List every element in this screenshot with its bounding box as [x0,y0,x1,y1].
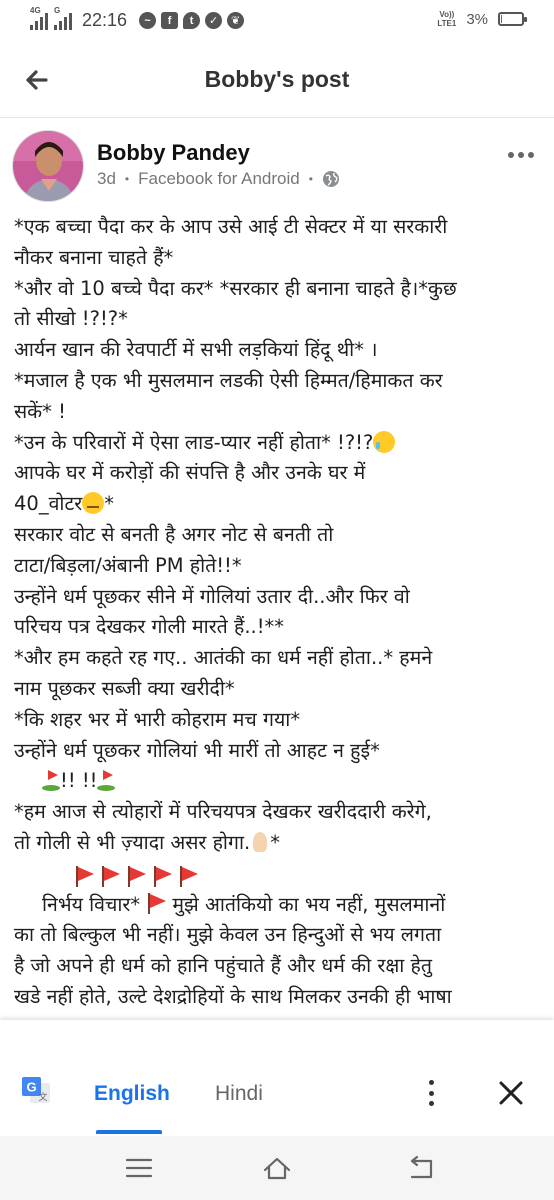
post-header: Bobby Pandey 3d • Facebook for Android • [0,118,554,208]
system-nav-bar [0,1136,554,1200]
crying-face-emoji [373,430,396,453]
tab-hindi[interactable]: Hindi [215,1082,263,1106]
triangular-flag-emoji [100,865,122,887]
notification-icons: ~ f t ✓ ❦ [139,12,245,29]
twitter-icon: t [183,12,201,29]
clock: 22:16 [82,10,128,30]
network-label-2: G [54,5,61,15]
globe-icon [322,171,339,187]
triangular-flag-emoji [152,865,174,887]
network-label-1: 4G [30,5,41,15]
leaf-icon: ❦ [227,12,245,29]
post-line: खडे नहीं होते, उल्टे देशद्रोहियों के साथ… [14,984,452,1008]
home-button[interactable] [260,1152,294,1184]
triangular-flag-emoji [146,892,168,914]
flags-row [14,859,552,890]
battery-percent: 3% [466,10,488,28]
folded-hands-emoji [250,831,270,853]
author-name[interactable]: Bobby Pandey [97,140,250,166]
golf-flag-emoji [42,769,60,792]
svg-text:文: 文 [38,1091,47,1103]
post-time[interactable]: 3d [97,169,116,189]
active-tab-indicator [96,1130,162,1134]
page-title: Bobby's post [204,66,350,92]
triangular-flag-emoji [74,865,96,887]
volte-bottom: LTE1 [437,19,457,28]
checkmark-icon: ✓ [205,12,223,29]
tab-english[interactable]: English [94,1082,170,1106]
post-line: नाम पूछकर सब्जी क्या खरीदी* [14,676,235,700]
app-header: Bobby's post [0,44,554,118]
profile-photo [13,131,83,201]
post-line: टाटा/बिड़ला/अंबानी PM होते!!* [14,553,242,577]
post-line-with-emoji: तो गोली से भी ज़्यादा असर होगा. * [14,830,280,854]
post-line: आर्यन खान की रेवपार्टी में सभी लड़कियां … [14,338,378,362]
post-line: तो सीखो !?!?* [14,307,128,331]
post-line: *मजाल है एक भी मुसलमान लडकी ऐसी हिम्मत/ह… [14,368,443,392]
post-source: Facebook for Android [138,169,300,188]
post-line-text: *उन के परिवारों में ऐसा लाड-प्यार नहीं ह… [14,430,374,454]
volte-icon: Vo)) LTE1 [437,10,456,28]
post-line-text: मुझे आतंकियो का भय नहीं, मुसलमानों [172,892,446,916]
meta-separator-2: • [308,172,313,186]
close-translate-button[interactable] [496,1078,526,1108]
more-options-button[interactable] [508,148,538,162]
post-line-text: निर्भय विचार* [42,892,141,916]
golf-flag-emoji [97,769,116,792]
post-line: *एक बच्चा पैदा कर के आप उसे आई टी सेक्टर… [14,215,448,238]
post-line: *और वो 10 बच्चे पैदा कर* *सरकार ही बनाना… [14,276,457,300]
post-line: *कि शहर भर में भारी कोहराम मच गया* [14,707,301,731]
system-back-button[interactable] [404,1152,438,1184]
triangular-flag-emoji [126,865,148,887]
post-line: नौकर बनाना चाहते हैं* [14,245,174,269]
status-left: 4G G 22:16 ~ f t ✓ ❦ [30,6,245,31]
back-icon [410,1155,433,1179]
facebook-icon: f [161,12,179,29]
post-line: परिचय पत्र देखकर गोली मारते हैं..!** [14,615,285,639]
recent-apps-button[interactable] [122,1152,156,1184]
avatar[interactable] [12,130,84,202]
post-line-with-emoji: !! !! [14,766,552,797]
post-line-text: !! !! [60,769,98,793]
translate-options-button[interactable] [421,1076,441,1110]
home-icon [263,1157,291,1180]
meta-separator: • [124,172,130,186]
menu-icon [125,1158,153,1178]
post-line-text: तो गोली से भी ज़्यादा असर होगा. [14,830,251,854]
post-line: आपके घर में करोड़ों की संपत्ति है और उनक… [14,461,366,485]
signal-icon-1: 4G [30,6,48,30]
post-line: सरकार वोट से बनती है अगर नोट से बनती तो [14,522,334,546]
signal-icon-2: G [54,6,72,30]
status-right: Vo)) LTE1 3% [437,10,527,28]
battery-icon [498,12,527,26]
post-line-text: 40_वोटर [14,492,83,516]
google-translate-icon: G 文 [20,1075,52,1107]
post-line: उन्होंने धर्म पूछकर सीने में गोलियां उता… [14,584,410,608]
svg-text:G: G [26,1080,36,1095]
messenger-icon: ~ [139,12,157,29]
post-line: है जो अपने ही धर्म को हानि पहुंचाते हैं … [14,954,433,978]
post-meta: 3d • Facebook for Android • [97,169,340,189]
volte-top: Vo)) [439,10,455,19]
post-line: सकें* ! [14,399,66,423]
post-line: *और हम कहते रह गए.. आतंकी का धर्म नहीं ह… [14,646,433,670]
post-line-with-emoji: 40_वोटर * [14,492,115,516]
post-line-with-emoji: *उन के परिवारों में ऐसा लाड-प्यार नहीं ह… [14,428,552,459]
post-line-with-emoji: निर्भय विचार* मुझे आतंकियो का भय नहीं, म… [14,890,552,921]
post-line: का तो बिल्कुल भी नहीं। मुझे केवल उन हिन्… [14,923,442,947]
triangular-flag-emoji [178,865,200,887]
post-line: उन्होंने धर्म पूछकर गोलियां भी मारीं तो … [14,738,380,762]
translate-bar: G 文 English Hindi [0,1020,554,1136]
status-bar: 4G G 22:16 ~ f t ✓ ❦ Vo)) LTE1 3% [0,0,554,44]
eye-roll-emoji [82,492,105,515]
battery-fill [501,15,502,23]
close-icon [499,1081,523,1105]
post-line: *हम आज से त्योहारों में परिचयपत्र देखकर … [14,800,432,824]
post-body: *एक बच्चा पैदा कर के आप उसे आई टी सेक्टर… [14,212,552,1020]
